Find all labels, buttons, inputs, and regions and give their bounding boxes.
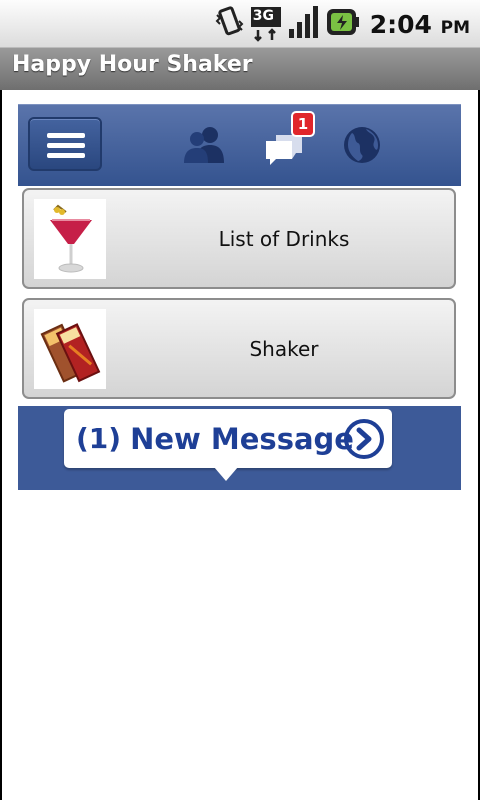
battery-icon: [326, 7, 360, 41]
menu-icon-bar: [47, 143, 85, 148]
app-title: Happy Hour Shaker: [12, 52, 253, 77]
main-content: 1 List of Drinks Shaker (1) New Message: [0, 90, 480, 800]
mixed-drink-glasses-icon: [34, 309, 106, 389]
friends-icon: [184, 127, 224, 163]
new-message-bubble: (1) New Message: [64, 409, 392, 468]
list-of-drinks-label: List of Drinks: [218, 226, 350, 251]
network-type-label: 3G: [252, 8, 274, 24]
signal-icon: [288, 5, 320, 43]
clock: 2:04 PM: [370, 10, 470, 39]
new-message-count: (1): [76, 422, 122, 455]
list-of-drinks-button[interactable]: List of Drinks: [22, 188, 456, 289]
messages-badge: 1: [291, 111, 315, 137]
menu-icon: [47, 133, 85, 138]
clock-ampm: PM: [440, 17, 470, 38]
cocktail-glass-icon: [34, 199, 106, 279]
shaker-label: Shaker: [249, 336, 319, 361]
new-message-banner[interactable]: (1) New Message: [18, 406, 461, 490]
new-message-text: New Message: [130, 421, 354, 456]
globe-button[interactable]: [338, 121, 386, 169]
status-icons: 3G 2:04 PM: [214, 4, 470, 44]
globe-icon: [344, 127, 380, 163]
top-nav-bar: 1: [18, 104, 461, 186]
shaker-button[interactable]: Shaker: [22, 298, 456, 399]
left-edge: [0, 90, 2, 800]
menu-button[interactable]: [28, 117, 102, 171]
app-title-bar: Happy Hour Shaker: [0, 48, 480, 90]
vibrate-icon: [214, 5, 244, 43]
3g-icon: 3G: [250, 6, 282, 42]
bubble-tail: [214, 467, 238, 481]
friends-button[interactable]: [180, 121, 228, 169]
chevron-right-circle-icon[interactable]: [344, 419, 384, 459]
clock-time: 2:04: [369, 9, 432, 39]
messages-button[interactable]: 1: [262, 111, 315, 169]
status-bar: 3G 2:04 PM: [0, 0, 480, 48]
menu-icon-bar: [47, 153, 85, 158]
